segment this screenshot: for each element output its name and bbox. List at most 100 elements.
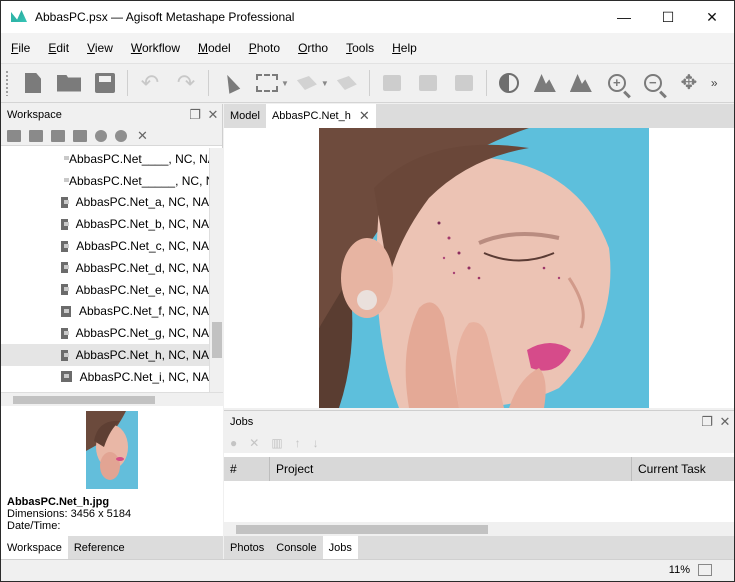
tab-reference[interactable]: Reference [68,536,131,559]
intersect-mask-button[interactable] [449,68,479,98]
toolbar-separator [485,70,487,96]
minimize-button[interactable]: — [602,1,646,33]
rotate-left-button[interactable] [530,68,560,98]
navigation-tool-button[interactable] [216,68,246,98]
workspace-pane: Workspace ❐ ✕ ✕ AbbasPC.Net____, NC, NA … [1,104,223,406]
chevron-down-icon[interactable]: ▼ [321,79,329,88]
camera-label: AbbasPC.Net_a, NC, NA [75,195,209,210]
open-project-button[interactable] [54,68,84,98]
chevron-down-icon[interactable]: ▼ [281,79,289,88]
new-project-button[interactable] [18,68,48,98]
camera-item[interactable]: AbbasPC.Net_a, NC, NA [1,192,209,214]
add-chunk-icon[interactable] [7,129,21,142]
move-down-icon[interactable]: ↓ [313,436,319,450]
disable-icon[interactable] [115,129,127,142]
menu-help[interactable]: Help [392,41,417,55]
rotate-right-icon [569,74,592,92]
ruler-tool-button[interactable] [292,68,322,98]
camera-item[interactable]: AbbasPC.Net_i, NC, NA [1,366,209,388]
menu-view[interactable]: View [87,41,113,55]
add-marker-icon[interactable] [73,129,87,142]
camera-item[interactable]: AbbasPC.Net_d, NC, NA [1,257,209,279]
zoom-out-button[interactable]: − [638,68,668,98]
portrait-thumbnail-image [86,411,138,489]
camera-icon [61,349,69,361]
left-panel-tabs: Workspace Reference [1,536,223,559]
scrollbar-thumb[interactable] [212,322,222,358]
photo-datetime: Date/Time: [7,520,61,532]
workspace-vertical-scrollbar[interactable] [209,148,223,392]
save-project-button[interactable] [90,68,120,98]
camera-item[interactable]: AbbasPC.Net_____, NC, NA [1,170,209,192]
zoom-in-icon: + [607,74,626,92]
undock-icon[interactable]: ❐ [186,107,204,123]
menu-tools[interactable]: Tools [346,41,374,55]
close-button[interactable]: ✕ [690,1,734,33]
add-folder-icon[interactable] [51,129,65,142]
photo-filename: AbbasPC.Net_h.jpg [7,496,110,508]
enable-icon[interactable] [95,129,107,142]
menu-photo[interactable]: Photo [249,41,280,55]
camera-item[interactable]: AbbasPC.Net_e, NC, NA [1,279,209,301]
menu-model[interactable]: Model [198,41,231,55]
invert-selection-button[interactable] [494,68,524,98]
camera-label: AbbasPC.Net_d, NC, NA [75,260,209,275]
column-number[interactable]: # [224,457,270,481]
main-toolbar: ↶ ↷ ▼ ▼ + − ✥ » [1,63,734,103]
add-photos-icon[interactable] [29,129,43,142]
toolbar-overflow-button[interactable]: » [711,76,718,90]
move-up-icon[interactable]: ↑ [295,436,301,450]
close-icon[interactable]: ✕ [204,107,222,123]
close-icon[interactable]: ✕ [716,414,734,430]
redo-button[interactable]: ↷ [171,68,201,98]
menu-edit[interactable]: Edit [48,41,69,55]
eraser-button[interactable] [332,68,362,98]
workspace-horizontal-scrollbar[interactable] [1,392,223,406]
remove-icon[interactable]: ✕ [137,128,148,144]
rotate-right-button[interactable] [566,68,596,98]
menu-ortho[interactable]: Ortho [298,41,328,55]
camera-item-selected[interactable]: AbbasPC.Net_h, NC, NA [1,344,209,366]
close-icon[interactable]: ✕ [359,108,370,124]
tab-jobs[interactable]: Jobs [322,536,358,559]
portrait-image [319,128,649,408]
photo-tab-label: AbbasPC.Net_h [271,110,351,122]
tab-workspace[interactable]: Workspace [1,536,68,559]
column-current-task[interactable]: Current Task [632,457,734,481]
tab-console[interactable]: Console [270,536,322,559]
tab-model[interactable]: Model [224,104,266,128]
trash-icon[interactable]: ▥ [271,436,282,450]
scrollbar-thumb[interactable] [13,396,155,404]
add-mask-button[interactable] [377,68,407,98]
menu-workflow[interactable]: Workflow [131,41,180,55]
maximize-button[interactable]: ☐ [646,1,690,33]
tab-photos[interactable]: Photos [224,536,270,559]
column-project[interactable]: Project [270,457,632,481]
jobs-header: Jobs ❐ ✕ [224,411,734,433]
redo-icon: ↷ [176,70,196,95]
undo-button[interactable]: ↶ [135,68,165,98]
camera-item[interactable]: AbbasPC.Net____, NC, NA [1,148,209,170]
photo-view[interactable] [224,128,734,408]
subtract-mask-button[interactable] [413,68,443,98]
undock-icon[interactable]: ❐ [698,414,716,430]
reset-view-button[interactable]: ✥ [674,68,704,98]
tab-photo[interactable]: AbbasPC.Net_h ✕ [265,104,376,128]
stop-icon[interactable]: ✕ [249,436,259,450]
half-circle-icon [498,73,519,93]
menu-file[interactable]: File [11,41,30,55]
fit-view-icon[interactable] [698,564,712,576]
camera-item[interactable]: AbbasPC.Net_b, NC, NA [1,213,209,235]
camera-icon [61,218,69,230]
camera-item[interactable]: AbbasPC.Net_c, NC, NA [1,235,209,257]
scrollbar-thumb[interactable] [236,525,488,534]
camera-item[interactable]: AbbasPC.Net_f, NC, NA [1,301,209,323]
jobs-horizontal-scrollbar[interactable] [224,522,734,537]
photo-image[interactable] [319,128,649,408]
start-icon[interactable]: ● [230,436,237,450]
undo-icon: ↶ [140,70,160,95]
toolbar-grip-icon[interactable] [5,70,9,96]
camera-item[interactable]: AbbasPC.Net_g, NC, NA [1,322,209,344]
rectangle-selection-button[interactable] [252,68,282,98]
zoom-in-button[interactable]: + [602,68,632,98]
